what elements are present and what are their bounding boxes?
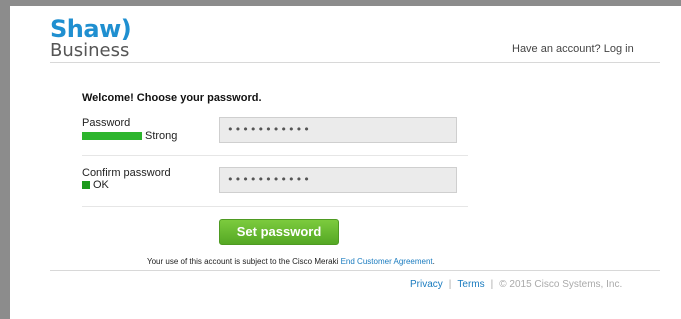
terms-prefix: Your use of this account is subject to t…	[147, 257, 339, 266]
strength-bar	[82, 132, 142, 140]
login-link[interactable]: Have an account? Log in	[512, 43, 634, 55]
set-password-button[interactable]: Set password	[219, 219, 339, 245]
password-strength-meter: Strong	[82, 130, 177, 142]
confirm-password-label: Confirm password	[82, 167, 171, 179]
row-divider	[82, 206, 468, 207]
end-customer-agreement-link[interactable]: End Customer Agreement	[341, 257, 433, 266]
row-divider	[82, 155, 468, 156]
header-divider	[50, 62, 660, 63]
password-label: Password	[82, 117, 131, 129]
terms-suffix: .	[432, 257, 435, 266]
logo-business-text: Business	[50, 40, 130, 61]
footer: Privacy | Terms | © 2015 Cisco Systems, Inc.	[410, 279, 622, 290]
logo-shaw-text: Shaw)	[50, 15, 132, 43]
privacy-link[interactable]: Privacy	[410, 279, 443, 290]
footer-divider	[50, 270, 660, 271]
strength-text: Strong	[145, 130, 178, 142]
footer-separator: |	[490, 279, 494, 290]
confirm-status-text: OK	[93, 179, 109, 191]
confirm-status: OK	[82, 179, 109, 191]
copyright-text: © 2015 Cisco Systems, Inc.	[499, 279, 623, 290]
terms-notice: Your use of this account is subject to t…	[147, 257, 435, 266]
confirm-password-input[interactable]: •••••••••••	[219, 167, 457, 193]
shaw-business-logo[interactable]: Shaw) Business	[50, 15, 132, 61]
page-frame: Shaw) Business Have an account? Log in W…	[10, 6, 681, 319]
password-input[interactable]: •••••••••••	[219, 117, 457, 143]
terms-link[interactable]: Terms	[457, 279, 484, 290]
ok-indicator-icon	[82, 181, 90, 189]
form-title: Welcome! Choose your password.	[82, 92, 262, 104]
footer-separator: |	[448, 279, 452, 290]
